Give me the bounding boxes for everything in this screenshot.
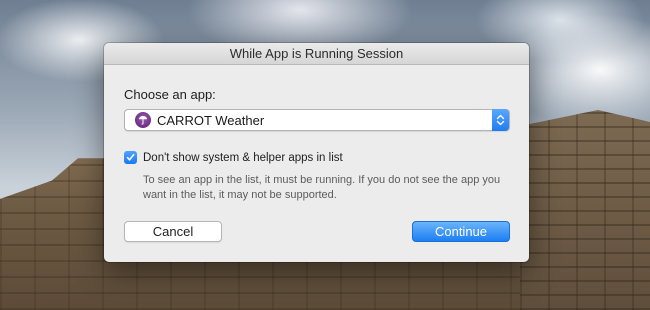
hide-system-apps-checkbox[interactable] <box>124 151 137 164</box>
hide-system-apps-label[interactable]: Don't show system & helper apps in list <box>143 152 343 164</box>
checkmark-icon <box>126 154 135 161</box>
hide-system-apps-option: Don't show system & helper apps in list <box>124 151 343 164</box>
app-select-popup[interactable]: CARROT Weather <box>124 109 510 131</box>
continue-button[interactable]: Continue <box>412 221 510 242</box>
dialog-title: While App is Running Session <box>104 43 529 65</box>
session-dialog: While App is Running Session Choose an a… <box>104 43 529 262</box>
popup-stepper-icon[interactable] <box>492 109 509 131</box>
cancel-button[interactable]: Cancel <box>124 221 222 242</box>
choose-app-label: Choose an app: <box>124 87 216 102</box>
selected-app-name: CARROT Weather <box>157 112 265 128</box>
desktop-wallpaper-stone-tower <box>520 110 650 310</box>
help-text: To see an app in the list, it must be ru… <box>143 174 501 201</box>
carrot-weather-app-icon <box>135 112 151 128</box>
